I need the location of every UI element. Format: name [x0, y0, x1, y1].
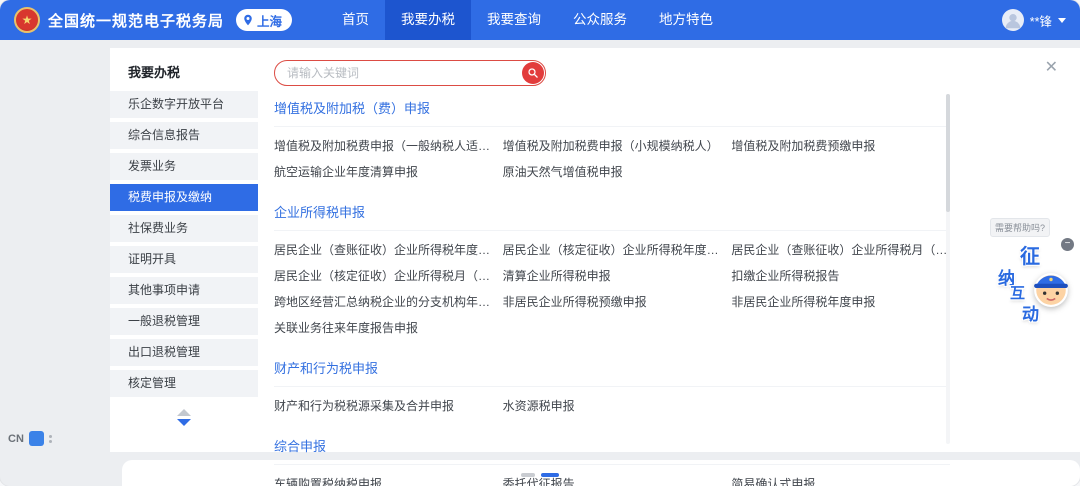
ime-options-icon[interactable] [49, 435, 52, 443]
search-bar [274, 60, 546, 86]
assistant-widget: 需要帮助吗? − 征纳互动 [990, 218, 1072, 338]
sidebar-item[interactable]: 核定管理 [110, 370, 258, 397]
menu-item-link[interactable]: 财产和行为税税源采集及合并申报 [274, 397, 493, 414]
location-pin-icon [242, 14, 254, 26]
menu-item-link[interactable]: 车辆购置税纳税申报 [274, 475, 493, 486]
menu-item-link[interactable]: 航空运输企业年度清算申报 [274, 163, 493, 180]
menu-item-link[interactable]: 非居民企业所得税预缴申报 [503, 293, 722, 310]
sidebar-item[interactable]: 其他事项申请 [110, 277, 258, 304]
emblem-star-icon: ★ [22, 13, 33, 27]
ime-mode-icon[interactable] [29, 431, 44, 446]
menu-section: 财产和行为税申报财产和行为税税源采集及合并申报水资源税申报 [274, 348, 950, 426]
sidebar-title: 我要办税 [110, 54, 258, 91]
menu-item-link[interactable]: 非居民企业所得税年度申报 [731, 293, 950, 310]
scroll-up-icon[interactable] [177, 409, 191, 416]
sidebar-item[interactable]: 综合信息报告 [110, 122, 258, 149]
menu-item-link[interactable]: 简易确认式申报 [731, 475, 950, 486]
scrollbar-thumb[interactable] [946, 94, 950, 212]
menu-content: ✕ 增值税及附加税（费）申报增值税及附加税费申报（一般纳税人适用）增值税及附加税… [258, 48, 1080, 452]
nav-item[interactable]: 我要办税 [385, 0, 471, 40]
section-title: 财产和行为税申报 [274, 348, 950, 387]
national-emblem-logo: ★ [14, 7, 40, 33]
menu-item-link[interactable]: 居民企业（查账征收）企业所得税月（季）度... [731, 241, 950, 258]
menu-item-link[interactable]: 居民企业（查账征收）企业所得税年度申报 [274, 241, 493, 258]
menu-sections: 增值税及附加税（费）申报增值税及附加税费申报（一般纳税人适用）增值税及附加税费申… [274, 88, 950, 486]
section-title: 企业所得税申报 [274, 192, 950, 231]
chevron-down-icon [1058, 18, 1066, 23]
app-window: ★ 全国统一规范电子税务局 上海 首页我要办税我要查询公众服务地方特色 **锋 … [0, 0, 1080, 486]
main-nav: 首页我要办税我要查询公众服务地方特色 [326, 0, 729, 40]
menu-sidebar: 我要办税 乐企数字开放平台综合信息报告发票业务税费申报及缴纳社保费业务证明开具其… [110, 48, 258, 452]
sidebar-items: 乐企数字开放平台综合信息报告发票业务税费申报及缴纳社保费业务证明开具其他事项申请… [110, 91, 258, 397]
nav-item[interactable]: 首页 [326, 0, 385, 40]
sidebar-item[interactable]: 出口退税管理 [110, 339, 258, 366]
sidebar-item[interactable]: 乐企数字开放平台 [110, 91, 258, 118]
minimize-button[interactable]: − [1061, 238, 1074, 251]
menu-item-link[interactable]: 增值税及附加税费申报（小规模纳税人） [503, 137, 722, 154]
assistant-tooltip: 需要帮助吗? [990, 218, 1050, 237]
sidebar-item[interactable]: 社保费业务 [110, 215, 258, 242]
search-input[interactable] [287, 61, 505, 85]
sidebar-item[interactable]: 证明开具 [110, 246, 258, 273]
location-label: 上海 [257, 11, 282, 30]
sidebar-item[interactable]: 税费申报及缴纳 [110, 184, 258, 211]
section-items: 车辆购置税纳税申报委托代征报告简易确认式申报综合关联式申报对外支付综合办税（国际… [274, 465, 950, 486]
header: ★ 全国统一规范电子税务局 上海 首页我要办税我要查询公众服务地方特色 **锋 [0, 0, 1080, 40]
section-title: 增值税及附加税（费）申报 [274, 88, 950, 127]
ime-bar: CN [8, 431, 52, 446]
menu-item-link[interactable]: 居民企业（核定征收）企业所得税年度申报 [503, 241, 722, 258]
nav-item[interactable]: 公众服务 [557, 0, 643, 40]
location-selector[interactable]: 上海 [236, 9, 292, 31]
menu-section: 综合申报车辆购置税纳税申报委托代征报告简易确认式申报综合关联式申报对外支付综合办… [274, 426, 950, 486]
search-button[interactable] [522, 62, 544, 84]
section-title: 综合申报 [274, 426, 950, 465]
menu-item-link[interactable]: 增值税及附加税费申报（一般纳税人适用） [274, 137, 493, 154]
menu-item-link[interactable]: 原油天然气增值税申报 [503, 163, 722, 180]
menu-item-link[interactable]: 居民企业（核定征收）企业所得税月（季）度... [274, 267, 493, 284]
user-name: **锋 [1030, 11, 1052, 30]
menu-section: 企业所得税申报居民企业（查账征收）企业所得税年度申报居民企业（核定征收）企业所得… [274, 192, 950, 348]
brand-title: 全国统一规范电子税务局 [48, 10, 224, 31]
user-avatar-icon [1002, 9, 1024, 31]
menu-item-link[interactable]: 关联业务往来年度报告申报 [274, 319, 493, 336]
menu-item-link[interactable]: 增值税及附加税费预缴申报 [731, 137, 950, 154]
search-icon [527, 67, 539, 79]
sidebar-item[interactable]: 一般退税管理 [110, 308, 258, 335]
nav-item[interactable]: 地方特色 [643, 0, 729, 40]
assistant-avatar[interactable] [1032, 270, 1070, 308]
menu-item-link[interactable]: 委托代征报告 [503, 475, 722, 486]
menu-section: 增值税及附加税（费）申报增值税及附加税费申报（一般纳税人适用）增值税及附加税费申… [274, 88, 950, 192]
section-items: 增值税及附加税费申报（一般纳税人适用） 增值税及附加税费申报（小规模纳税人） 增值税… [274, 127, 950, 192]
close-icon[interactable]: ✕ [1045, 60, 1058, 76]
menu-item-link[interactable]: 跨地区经营汇总纳税企业的分支机构年度纳税... [274, 293, 493, 310]
sidebar-pager [110, 409, 258, 426]
scroll-down-icon[interactable] [177, 419, 191, 426]
menu-item-link[interactable]: 扣缴企业所得税报告 [731, 267, 950, 284]
scrollbar[interactable] [946, 94, 950, 444]
nav-item[interactable]: 我要查询 [471, 0, 557, 40]
ime-language-label[interactable]: CN [8, 433, 24, 445]
section-items: 财产和行为税税源采集及合并申报水资源税申报 [274, 387, 950, 426]
assistant-char: 征 [1020, 240, 1040, 269]
user-menu[interactable]: **锋 [1002, 9, 1066, 31]
menu-item-link[interactable]: 水资源税申报 [503, 397, 722, 414]
menu-item-link[interactable]: 清算企业所得税申报 [503, 267, 722, 284]
section-items: 居民企业（查账征收）企业所得税年度申报居民企业（核定征收）企业所得税年度申报居民… [274, 231, 950, 348]
sidebar-item[interactable]: 发票业务 [110, 153, 258, 180]
